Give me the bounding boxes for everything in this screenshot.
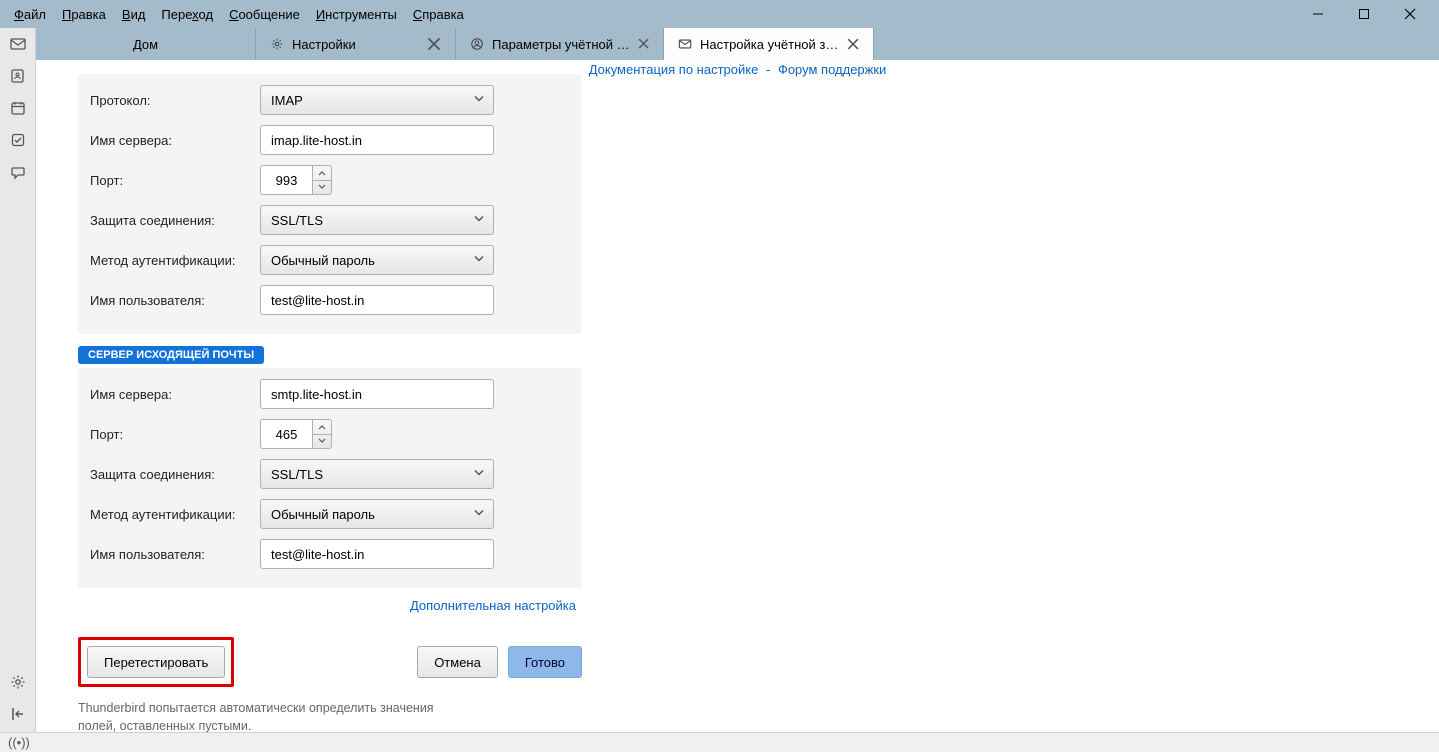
outgoing-user-label: Имя пользователя: xyxy=(90,547,260,562)
outgoing-port-label: Порт: xyxy=(90,427,260,442)
protocol-select[interactable]: IMAP xyxy=(260,85,494,115)
incoming-user-input[interactable] xyxy=(260,285,494,315)
activity-icon[interactable]: ((•)) xyxy=(8,735,30,750)
account-icon xyxy=(470,37,484,51)
menu-edit[interactable]: Правка xyxy=(54,3,114,26)
cancel-button[interactable]: Отмена xyxy=(417,646,498,678)
status-bar: ((•)) xyxy=(0,732,1439,752)
button-row: Перетестировать Отмена Готово xyxy=(78,619,582,691)
addressbook-icon[interactable] xyxy=(8,66,28,86)
protocol-value: IMAP xyxy=(271,93,303,108)
protocol-label: Протокол: xyxy=(90,93,260,108)
mail-icon[interactable] xyxy=(8,34,28,54)
advanced-config-link[interactable]: Дополнительная настройка xyxy=(410,598,576,613)
tab-label: Параметры учётной запис… xyxy=(492,37,630,52)
incoming-server-input[interactable] xyxy=(260,125,494,155)
retest-highlight: Перетестировать xyxy=(78,637,234,687)
tab-close-icon[interactable] xyxy=(847,37,859,51)
menu-file[interactable]: Файл xyxy=(6,3,54,26)
outgoing-port-spinner[interactable] xyxy=(260,419,332,449)
incoming-security-label: Защита соединения: xyxy=(90,213,260,228)
menu-message[interactable]: Сообщение xyxy=(221,3,308,26)
window-controls xyxy=(1295,0,1433,28)
done-button[interactable]: Готово xyxy=(508,646,582,678)
retest-button[interactable]: Перетестировать xyxy=(87,646,225,678)
outgoing-section: Имя сервера: Порт: xyxy=(78,368,582,588)
incoming-port-label: Порт: xyxy=(90,173,260,188)
incoming-auth-value: Обычный пароль xyxy=(271,253,375,268)
chevron-down-icon xyxy=(473,93,485,108)
chat-icon[interactable] xyxy=(8,162,28,182)
hint-autodetect: Thunderbird попытается автоматически опр… xyxy=(78,691,468,732)
chevron-down-icon xyxy=(473,507,485,522)
menu-tools[interactable]: Инструменты xyxy=(308,3,405,26)
chevron-down-icon xyxy=(473,213,485,228)
incoming-user-label: Имя пользователя: xyxy=(90,293,260,308)
outgoing-server-label: Имя сервера: xyxy=(90,387,260,402)
mail-setup-icon xyxy=(678,37,692,51)
tab-close-icon[interactable] xyxy=(427,37,441,51)
tab-account-params[interactable]: Параметры учётной запис… xyxy=(456,28,664,60)
incoming-port-spinner[interactable] xyxy=(260,165,332,195)
spaces-toolbar xyxy=(0,28,36,732)
incoming-security-select[interactable]: SSL/TLS xyxy=(260,205,494,235)
chevron-down-icon xyxy=(473,253,485,268)
docs-link[interactable]: Документация по настройке xyxy=(589,62,759,77)
incoming-port-input[interactable] xyxy=(260,165,312,195)
outgoing-auth-value: Обычный пароль xyxy=(271,507,375,522)
tab-label: Настройка учётной записи xyxy=(700,37,839,52)
tab-close-icon[interactable] xyxy=(638,37,649,51)
menu-view[interactable]: Вид xyxy=(114,3,154,26)
tab-home[interactable]: Дом xyxy=(36,28,256,60)
tab-account-setup[interactable]: Настройка учётной записи xyxy=(664,28,874,60)
incoming-server-label: Имя сервера: xyxy=(90,133,260,148)
link-separator: - xyxy=(762,62,774,77)
maximize-button[interactable] xyxy=(1341,0,1387,28)
close-button[interactable] xyxy=(1387,0,1433,28)
spinner-down-icon[interactable] xyxy=(313,181,331,195)
outgoing-badge: СЕРВЕР ИСХОДЯЩЕЙ ПОЧТЫ xyxy=(78,346,264,364)
outgoing-security-label: Защита соединения: xyxy=(90,467,260,482)
outgoing-user-input[interactable] xyxy=(260,539,494,569)
advanced-link-row: Дополнительная настройка xyxy=(78,588,582,619)
incoming-section: Протокол: IMAP Имя сервера: Порт: xyxy=(78,74,582,334)
chevron-down-icon xyxy=(473,467,485,482)
settings-gear-icon[interactable] xyxy=(8,672,28,692)
spinner-down-icon[interactable] xyxy=(313,435,331,449)
tab-label: Настройки xyxy=(292,37,356,52)
tasks-icon[interactable] xyxy=(8,130,28,150)
outgoing-server-input[interactable] xyxy=(260,379,494,409)
calendar-icon[interactable] xyxy=(8,98,28,118)
menu-help[interactable]: Справка xyxy=(405,3,472,26)
spinner-up-icon[interactable] xyxy=(313,420,331,435)
outgoing-security-select[interactable]: SSL/TLS xyxy=(260,459,494,489)
incoming-security-value: SSL/TLS xyxy=(271,213,323,228)
tab-label: Дом xyxy=(133,37,158,52)
outgoing-auth-select[interactable]: Обычный пароль xyxy=(260,499,494,529)
menubar: Файл Правка Вид Переход Сообщение Инстру… xyxy=(0,0,1439,28)
outgoing-port-input[interactable] xyxy=(260,419,312,449)
incoming-auth-select[interactable]: Обычный пароль xyxy=(260,245,494,275)
top-links: Документация по настройке - Форум поддер… xyxy=(36,60,1439,79)
minimize-button[interactable] xyxy=(1295,0,1341,28)
forum-link[interactable]: Форум поддержки xyxy=(778,62,886,77)
incoming-auth-label: Метод аутентификации: xyxy=(90,253,260,268)
menubar-items: Файл Правка Вид Переход Сообщение Инстру… xyxy=(6,3,472,26)
gear-icon xyxy=(270,37,284,51)
outgoing-security-value: SSL/TLS xyxy=(271,467,323,482)
tab-bar: Дом Настройки Параметры учётной запис… Н… xyxy=(36,28,1439,60)
account-form: Протокол: IMAP Имя сервера: Порт: xyxy=(78,60,582,732)
spinner-up-icon[interactable] xyxy=(313,166,331,181)
collapse-icon[interactable] xyxy=(8,704,28,724)
main-area: Дом Настройки Параметры учётной запис… Н… xyxy=(36,28,1439,732)
menu-go[interactable]: Переход xyxy=(153,3,221,26)
outgoing-auth-label: Метод аутентификации: xyxy=(90,507,260,522)
tab-settings[interactable]: Настройки xyxy=(256,28,456,60)
content: Документация по настройке - Форум поддер… xyxy=(36,60,1439,732)
